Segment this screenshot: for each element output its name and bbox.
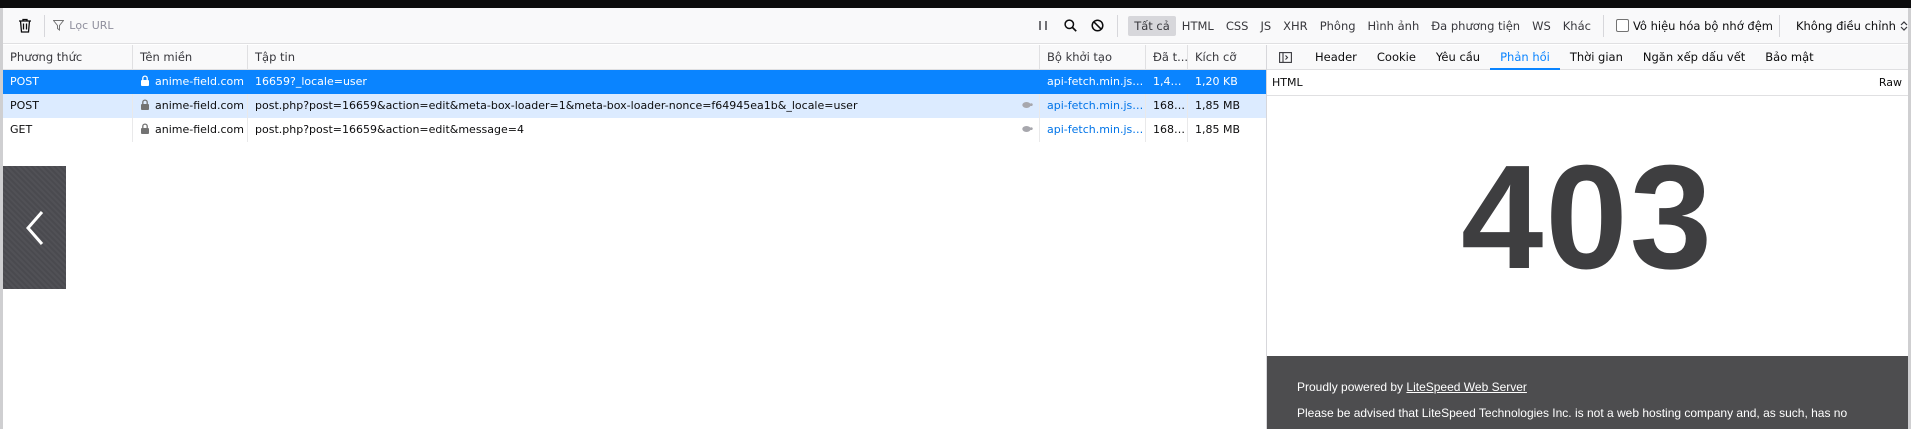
row-file-text: post.php?post=16659&action=edit&message=… (255, 123, 524, 136)
type-filter-html[interactable]: HTML (1176, 16, 1220, 36)
turtle-icon (1022, 102, 1033, 108)
row-size: 1,85 MB (1195, 99, 1241, 112)
block-icon (1091, 19, 1104, 32)
tab-security[interactable]: Bảo mật (1755, 45, 1823, 70)
row-size: 1,20 KB (1195, 75, 1238, 88)
table-row[interactable]: POST anime-field.com 16659?_locale=user … (3, 70, 1266, 94)
row-domain: anime-field.com (133, 70, 248, 94)
column-domain[interactable]: Tên miền (133, 44, 248, 70)
url-filter[interactable] (51, 14, 1029, 38)
row-transferred: 168,... (1146, 94, 1188, 118)
type-filter-fonts[interactable]: Phông (1314, 16, 1362, 36)
table-row[interactable]: POST anime-field.com post.php?post=16659… (3, 94, 1266, 118)
network-toolbar: Tất cả HTML CSS JS XHR Phông Hình ảnh Đa… (3, 8, 1908, 44)
toggle-panel-button[interactable] (1273, 45, 1297, 69)
pause-button[interactable] (1029, 12, 1056, 40)
column-size[interactable]: Kích cỡ (1188, 45, 1266, 70)
lock-icon (141, 99, 149, 110)
row-size: 1,85 MB (1195, 123, 1241, 136)
row-transferred: 168,... (1146, 118, 1188, 142)
requests-table: Phương thức Tên miền Tập tin Bộ khởi tạo… (3, 44, 1266, 429)
type-filter-other[interactable]: Khác (1557, 16, 1597, 36)
row-method: POST (3, 70, 133, 94)
advisory-notice: Please be advised that LiteSpeed Technol… (1297, 406, 1848, 420)
toolbar-separator (1778, 14, 1780, 37)
updown-arrows-icon (1900, 20, 1908, 31)
type-filter-xhr[interactable]: XHR (1277, 16, 1314, 36)
litespeed-link[interactable]: LiteSpeed Web Server (1406, 380, 1527, 394)
row-domain: anime-field.com (133, 118, 248, 142)
raw-toggle[interactable]: Raw (1879, 76, 1902, 89)
row-transferred: 1,46... (1146, 70, 1188, 94)
row-cause[interactable]: api-fetch.min.js:... (1040, 94, 1146, 118)
pause-icon (1039, 21, 1047, 30)
column-file[interactable]: Tập tin (248, 44, 1040, 70)
column-transferred[interactable]: Đã t... (1146, 44, 1188, 70)
type-filter-css[interactable]: CSS (1220, 16, 1255, 36)
powered-by-text: Proudly powered by (1297, 380, 1407, 394)
throttling-select[interactable]: Không điều chỉnh (1796, 19, 1908, 33)
type-filter-ws[interactable]: WS (1526, 16, 1557, 36)
lock-icon (141, 123, 149, 134)
tab-headers[interactable]: Header (1305, 45, 1367, 70)
row-domain-text: anime-field.com (155, 75, 244, 88)
response-header-bar: HTML Raw (1267, 70, 1908, 96)
turtle-icon (1022, 126, 1033, 132)
panel-toggle-icon (1278, 51, 1292, 63)
url-filter-input[interactable] (69, 19, 970, 32)
table-header: Phương thức Tên miền Tập tin Bộ khởi tạo… (3, 44, 1266, 70)
toolbar-separator (1602, 14, 1604, 37)
tab-cookies[interactable]: Cookie (1367, 45, 1426, 70)
lock-icon (141, 75, 149, 86)
table-row[interactable]: GET anime-field.com post.php?post=16659&… (3, 118, 1266, 142)
back-overlay-button[interactable] (3, 166, 66, 289)
row-cause[interactable]: api-fetch.min.js:... (1040, 118, 1146, 142)
row-method: GET (3, 118, 133, 142)
type-filter-images[interactable]: Hình ảnh (1362, 16, 1426, 36)
type-filter-js[interactable]: JS (1254, 16, 1277, 36)
error-footer: Proudly powered by LiteSpeed Web Server … (1267, 356, 1908, 429)
chevron-left-icon (25, 210, 43, 245)
search-button[interactable] (1057, 12, 1084, 40)
row-domain-text: anime-field.com (155, 123, 244, 136)
details-tabs: Header Cookie Yêu cầu Phản hồi Thời gian… (1267, 45, 1908, 70)
row-file: 16659?_locale=user (248, 70, 1040, 94)
disable-cache-toggle[interactable]: Vô hiệu hóa bộ nhớ đệm (1615, 18, 1773, 33)
type-filter-group: Tất cả HTML CSS JS XHR Phông Hình ảnh Đa… (1128, 15, 1597, 36)
tab-response[interactable]: Phản hồi (1490, 45, 1560, 70)
tab-request[interactable]: Yêu cầu (1426, 45, 1490, 70)
search-icon (1064, 19, 1077, 32)
error-code-heading: 403 (1461, 135, 1714, 300)
toolbar-separator (44, 14, 46, 37)
tab-stack-trace[interactable]: Ngăn xếp dấu vết (1633, 45, 1755, 70)
tab-timings[interactable]: Thời gian (1560, 45, 1633, 70)
row-domain: anime-field.com (133, 94, 248, 118)
row-file: post.php?post=16659&action=edit&meta-box… (248, 94, 1040, 118)
toolbar-separator (1117, 14, 1119, 37)
response-format-label: HTML (1272, 76, 1303, 89)
row-cause[interactable]: api-fetch.min.js:... (1040, 70, 1146, 94)
disable-cache-checkbox[interactable] (1615, 19, 1629, 32)
row-file-text: post.php?post=16659&action=edit&meta-box… (255, 99, 858, 112)
throttling-label: Không điều chỉnh (1795, 18, 1896, 33)
row-file: post.php?post=16659&action=edit&message=… (248, 118, 1040, 142)
block-button[interactable] (1084, 12, 1111, 40)
row-method: POST (3, 94, 133, 118)
column-cause[interactable]: Bộ khởi tạo (1040, 44, 1146, 70)
type-filter-media[interactable]: Đa phương tiện (1425, 16, 1526, 36)
filter-icon (51, 19, 65, 33)
powered-by-line: Proudly powered by LiteSpeed Web Server (1297, 380, 1908, 394)
disable-cache-label: Vô hiệu hóa bộ nhớ đệm (1632, 18, 1773, 33)
window-top-bar (0, 0, 1911, 8)
type-filter-all[interactable]: Tất cả (1128, 15, 1176, 36)
row-domain-text: anime-field.com (155, 99, 244, 112)
column-method[interactable]: Phương thức (3, 44, 133, 70)
trash-icon (18, 18, 31, 33)
clear-requests-button[interactable] (11, 12, 38, 40)
